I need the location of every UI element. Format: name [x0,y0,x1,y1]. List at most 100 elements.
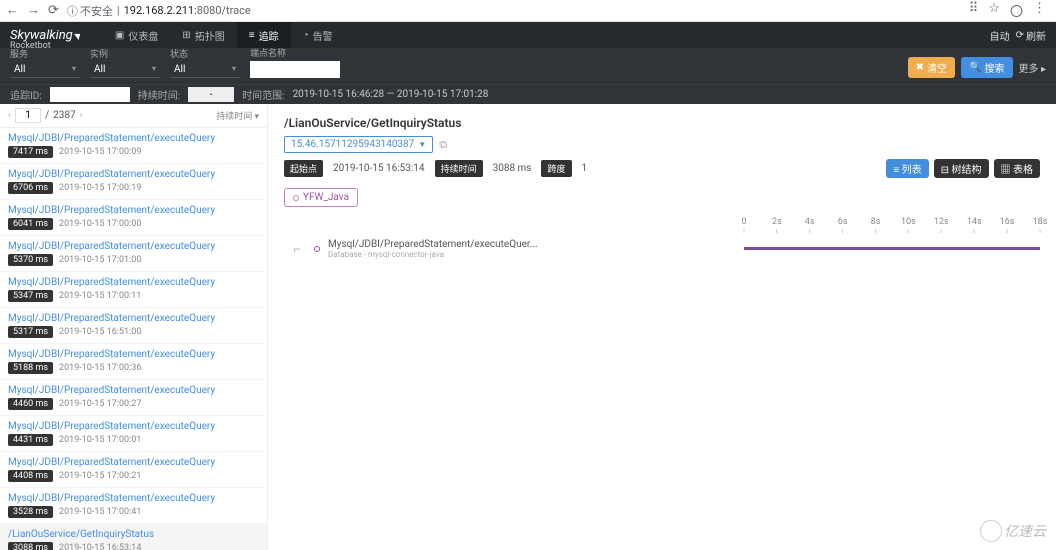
trace-name: Mysql/JDBI/PreparedStatement/executeQuer… [8,241,259,252]
close-icon: ✖ [916,62,924,73]
timeline-tick: 8s [871,217,881,233]
duration-range-input[interactable] [188,87,234,102]
trace-item[interactable]: Mysql/JDBI/PreparedStatement/executeQuer… [0,164,267,200]
trace-name: Mysql/JDBI/PreparedStatement/executeQuer… [8,457,259,468]
trace-duration-badge: 5370 ms [8,254,53,266]
trace-duration-badge: 7417 ms [8,146,53,158]
watermark-icon [980,520,1002,542]
trace-item[interactable]: Mysql/JDBI/PreparedStatement/executeQuer… [0,128,267,164]
star-icon[interactable]: ☆ [988,1,1000,20]
tab-dashboard[interactable]: ▣仪表盘 [103,22,170,48]
reload-icon[interactable]: ⟳ [48,4,59,17]
trace-duration-badge: 4431 ms [8,434,53,446]
trace-time: 2019-10-15 16:53:14 [59,543,141,550]
more-button[interactable]: 更多 ▸ [1019,60,1047,75]
address-bar[interactable]: ⓘ 不安全 | 192.168.2.211:8080/trace [67,3,961,19]
trace-name: Mysql/JDBI/PreparedStatement/executeQuer… [8,277,259,288]
trace-name: Mysql/JDBI/PreparedStatement/executeQuer… [8,205,259,216]
trace-duration-badge: 4460 ms [8,398,53,410]
trace-time: 2019-10-15 16:51:00 [59,327,141,337]
pager-sep: / [45,110,49,121]
top-bar: Skywalking◥ Rocketbot ▣仪表盘 ⊞拓扑图 ≡追踪 ◔告警 … [0,22,1056,48]
span-bar-area [744,246,1040,252]
start-value: 2019-10-15 16:53:14 [333,163,425,174]
trace-item[interactable]: Mysql/JDBI/PreparedStatement/executeQuer… [0,380,267,416]
start-label-badge: 起始点 [284,160,323,177]
browser-bar: ← → ⟳ ⓘ 不安全 | 192.168.2.211:8080/trace ⠿… [0,0,1056,22]
trace-item[interactable]: Mysql/JDBI/PreparedStatement/executeQuer… [0,488,267,524]
tab-alarm[interactable]: ◔告警 [291,22,345,48]
pager-next-icon[interactable]: › [80,110,83,121]
trace-duration-badge: 5317 ms [8,326,53,338]
spans-label-badge: 跨度 [541,160,571,177]
url-path: :8080/trace [194,4,251,17]
duration-label-badge: 持续时间 [435,160,483,177]
timeline-tick: 0 [741,217,746,233]
trace-duration-badge: 5188 ms [8,362,53,374]
main-area: ‹ / 2387 › 持续时间 ▾ Mysql/JDBI/PreparedSta… [0,104,1056,550]
trace-id-filter-label: 追踪ID: [10,87,42,102]
view-tree-button[interactable]: ⊟ 树结构 [934,159,989,178]
instance-select[interactable]: All [90,62,160,78]
search-icon: 🔍 [969,62,981,73]
insecure-icon: ⓘ [67,3,78,19]
trace-id-select[interactable]: 15.46.15711295943140387▼ [284,136,433,153]
instance-label: 实例 [90,47,160,60]
tab-trace[interactable]: ≡追踪 [237,22,291,48]
trace-item[interactable]: Mysql/JDBI/PreparedStatement/executeQuer… [0,344,267,380]
expand-icon[interactable]: ⌐ [288,242,306,256]
trace-name: Mysql/JDBI/PreparedStatement/executeQuer… [8,169,259,180]
pager-current-input[interactable] [15,108,41,123]
timeline: 02s4s6s8s10s12s14s16s18s ⌐ Mysql/JDBI/Pr… [284,217,1040,263]
trace-name: Mysql/JDBI/PreparedStatement/executeQuer… [8,313,259,324]
trace-item[interactable]: /LianOuService/GetInquiryStatus3088 ms20… [0,524,267,550]
trace-time: 2019-10-15 17:00:41 [59,507,141,517]
logo-sub: Rocketbot [10,41,51,51]
copy-icon[interactable]: ⧉ [439,138,447,152]
pager-prev-icon[interactable]: ‹ [8,110,11,121]
trace-item[interactable]: Mysql/JDBI/PreparedStatement/executeQuer… [0,308,267,344]
auto-refresh-toggle[interactable]: 自动 [990,28,1010,43]
trace-name: Mysql/JDBI/PreparedStatement/executeQuer… [8,493,259,504]
trace-time: 2019-10-15 17:00:01 [59,435,141,445]
pager-total: 2387 [53,110,75,121]
logo: Skywalking◥ Rocketbot [10,28,79,43]
translate-icon[interactable]: ⠿ [969,1,979,20]
trace-duration-badge: 6706 ms [8,182,53,194]
state-select[interactable]: All [170,62,240,78]
trace-name: Mysql/JDBI/PreparedStatement/executeQuer… [8,349,259,360]
search-button[interactable]: 🔍搜索 [961,57,1012,78]
trace-item[interactable]: Mysql/JDBI/PreparedStatement/executeQuer… [0,452,267,488]
pager: ‹ / 2387 › 持续时间 ▾ [0,104,267,128]
timeline-tick: 2s [772,217,782,233]
endpoint-label: 端点名称 [250,46,340,59]
trace-item[interactable]: Mysql/JDBI/PreparedStatement/executeQuer… [0,416,267,452]
trace-detail-panel: /LianOuService/GetInquiryStatus 15.46.15… [268,104,1056,550]
trace-item[interactable]: Mysql/JDBI/PreparedStatement/executeQuer… [0,236,267,272]
trace-item[interactable]: Mysql/JDBI/PreparedStatement/executeQuer… [0,200,267,236]
service-tag[interactable]: YFW_Java [284,188,358,207]
forward-icon[interactable]: → [27,4,40,17]
refresh-button[interactable]: ⟳刷新 [1016,28,1046,43]
url-host: 192.168.2.211 [124,4,195,17]
trace-time: 2019-10-15 17:00:00 [59,219,141,229]
endpoint-input[interactable] [250,61,340,78]
sort-select[interactable]: 持续时间 ▾ [216,109,259,122]
tab-topology[interactable]: ⊞拓扑图 [170,22,236,48]
profile-icon[interactable]: 〇 [1010,1,1023,20]
span-name: Mysql/JDBI/PreparedStatement/executeQuer… [328,239,538,250]
view-table-button[interactable]: ▦ 表格 [994,159,1040,178]
span-row[interactable]: ⌐ Mysql/JDBI/PreparedStatement/executeQu… [284,235,1040,263]
trace-time: 2019-10-15 17:00:11 [59,291,141,301]
refresh-icon: ⟳ [1016,30,1024,41]
watermark: 亿速云 [980,520,1046,542]
trace-id-filter-input[interactable] [50,87,130,102]
service-select[interactable]: All [10,62,80,78]
back-icon[interactable]: ← [6,4,19,17]
trace-item[interactable]: Mysql/JDBI/PreparedStatement/executeQuer… [0,272,267,308]
trace-duration-badge: 3528 ms [8,506,53,518]
time-range-value: 2019-10-15 16:46:28 — 2019-10-15 17:01:2… [293,89,489,100]
view-list-button[interactable]: ≡ 列表 [886,159,928,178]
clear-button[interactable]: ✖清空 [908,57,955,78]
menu-icon[interactable]: ⋮ [1033,1,1046,20]
